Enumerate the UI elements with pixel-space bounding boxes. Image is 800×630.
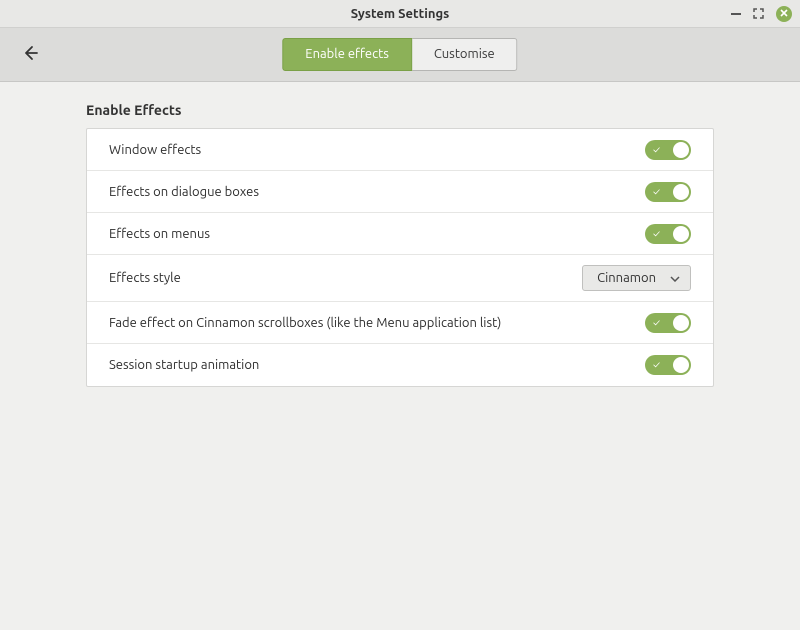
tab-label: Customise <box>434 47 495 61</box>
toggle-knob <box>673 357 689 373</box>
back-button[interactable] <box>16 41 44 69</box>
chevron-down-icon <box>670 271 680 285</box>
back-arrow-icon <box>21 44 39 66</box>
minimize-button[interactable] <box>731 13 741 15</box>
tab-label: Enable effects <box>305 47 389 61</box>
toggle-dialogue-boxes[interactable]: ✓ <box>645 182 691 202</box>
toggle-window-effects[interactable]: ✓ <box>645 140 691 160</box>
toggle-knob <box>673 315 689 331</box>
row-menus: Effects on menus ✓ <box>87 213 713 255</box>
content-area: Enable Effects Window effects ✓ Effects … <box>0 82 800 407</box>
toolbar: Enable effects Customise <box>0 28 800 82</box>
tab-customise[interactable]: Customise <box>412 38 518 71</box>
window-title: System Settings <box>351 7 450 21</box>
check-icon: ✓ <box>653 187 660 197</box>
titlebar: System Settings <box>0 0 800 28</box>
minimize-icon <box>731 13 741 15</box>
tabs: Enable effects Customise <box>282 38 517 71</box>
row-label: Session startup animation <box>109 358 259 372</box>
row-label: Effects style <box>109 271 181 285</box>
toggle-knob <box>673 142 689 158</box>
check-icon: ✓ <box>653 360 660 370</box>
close-button[interactable] <box>776 6 792 22</box>
window-controls <box>731 6 792 22</box>
row-label: Fade effect on Cinnamon scrollboxes (lik… <box>109 316 501 330</box>
effects-style-dropdown[interactable]: Cinnamon <box>582 265 691 291</box>
row-dialogue-boxes: Effects on dialogue boxes ✓ <box>87 171 713 213</box>
row-label: Effects on menus <box>109 227 210 241</box>
check-icon: ✓ <box>653 229 660 239</box>
toggle-knob <box>673 226 689 242</box>
section-title: Enable Effects <box>86 102 714 118</box>
toggle-fade-scrollboxes[interactable]: ✓ <box>645 313 691 333</box>
row-window-effects: Window effects ✓ <box>87 129 713 171</box>
toggle-session-startup[interactable]: ✓ <box>645 355 691 375</box>
row-label: Effects on dialogue boxes <box>109 185 259 199</box>
row-effects-style: Effects style Cinnamon <box>87 255 713 302</box>
row-fade-scrollboxes: Fade effect on Cinnamon scrollboxes (lik… <box>87 302 713 344</box>
toggle-knob <box>673 184 689 200</box>
maximize-button[interactable] <box>753 8 764 19</box>
row-label: Window effects <box>109 143 201 157</box>
settings-panel: Window effects ✓ Effects on dialogue box… <box>86 128 714 387</box>
check-icon: ✓ <box>653 145 660 155</box>
close-icon <box>780 9 788 19</box>
dropdown-value: Cinnamon <box>597 271 656 285</box>
check-icon: ✓ <box>653 318 660 328</box>
toggle-menus[interactable]: ✓ <box>645 224 691 244</box>
maximize-icon <box>753 8 764 19</box>
row-session-startup: Session startup animation ✓ <box>87 344 713 386</box>
tab-enable-effects[interactable]: Enable effects <box>282 38 412 71</box>
